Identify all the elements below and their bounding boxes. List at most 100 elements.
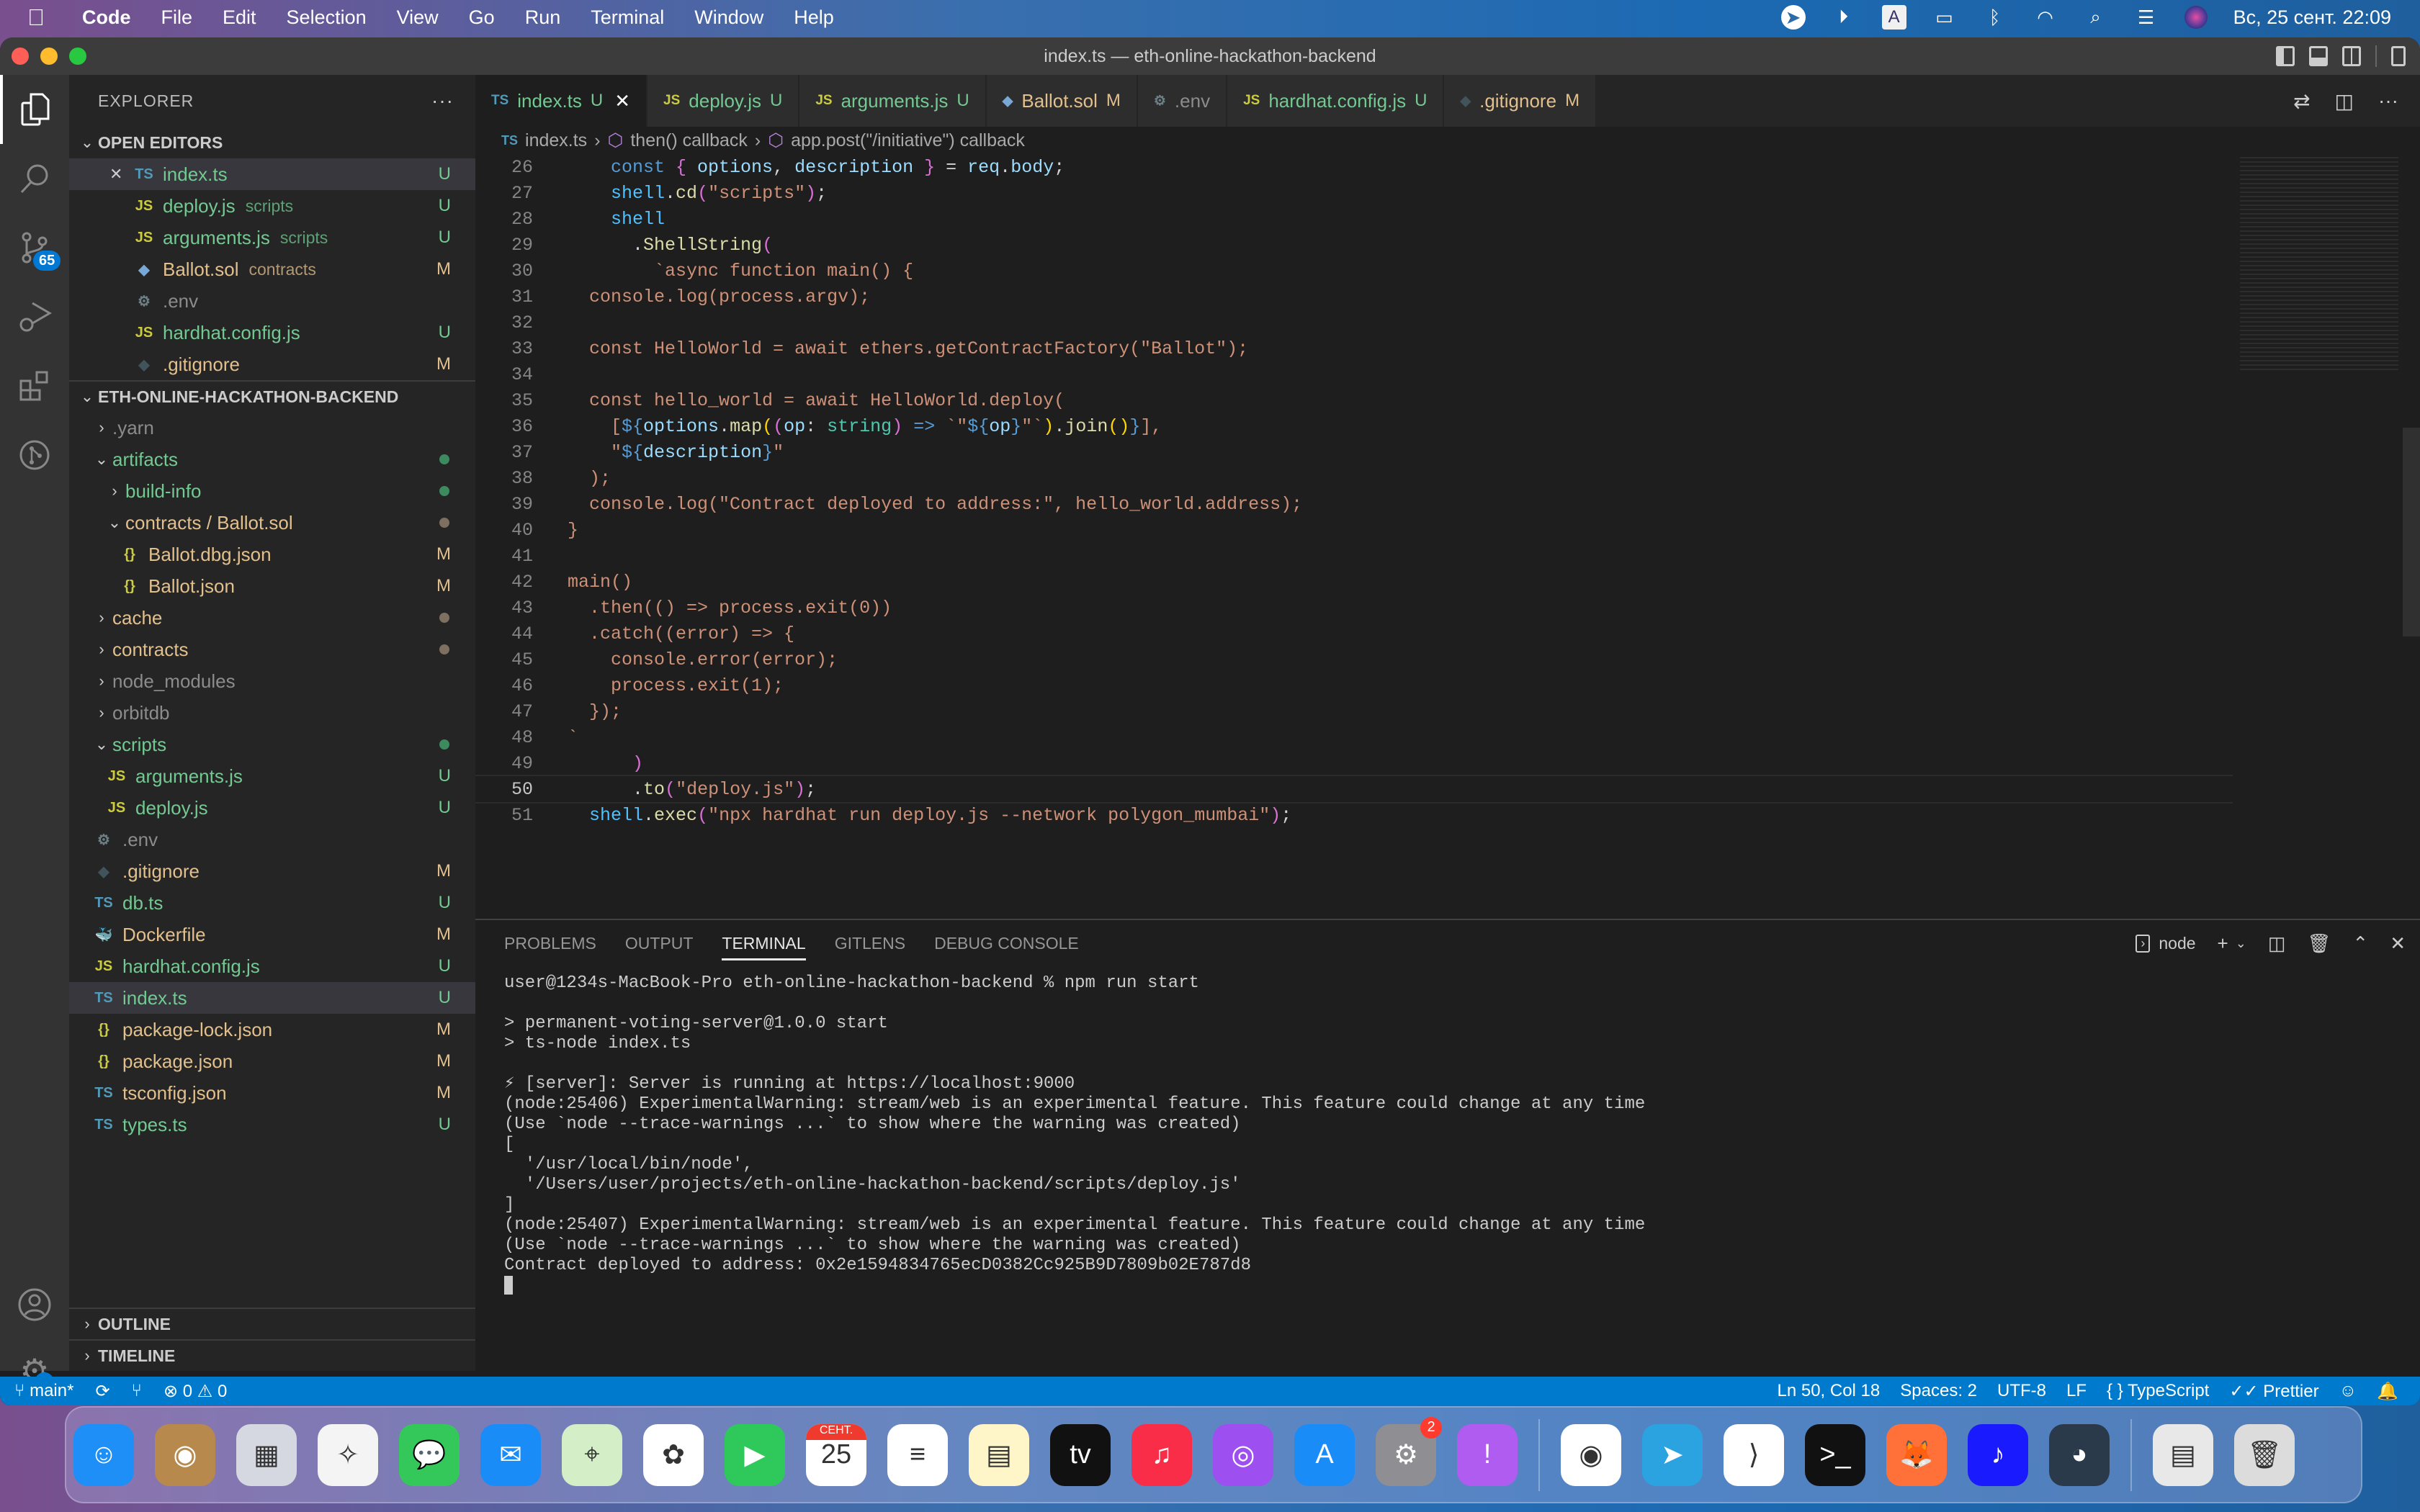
editor-tab[interactable]: JS hardhat.config.js U [1227,75,1445,127]
code-editor[interactable]: 26 const { options, description } = req.… [475,154,2233,917]
open-editor-item[interactable]: ◆ .gitignore M [69,348,475,380]
extensions-activity[interactable] [0,351,69,420]
dock-app-maps[interactable]: ⌖ [562,1423,622,1486]
cursor-position[interactable]: Ln 50, Col 18 [1777,1381,1880,1401]
media-play-icon[interactable]: ⏵ [1832,5,1856,30]
file-item[interactable]: TS index.ts U [69,982,475,1014]
dock-app-calendar[interactable]: 25 СЕНТ. [806,1423,866,1486]
outline-section-header[interactable]: › OUTLINE [69,1308,475,1339]
encoding[interactable]: UTF-8 [1997,1381,2046,1401]
breadcrumb-symbol-2[interactable]: app.post("/initiative") callback [791,130,1025,151]
minimize-window-button[interactable] [40,48,58,65]
editor-scrollbar[interactable] [2403,154,2420,917]
wifi-icon[interactable]: ◠ [2033,5,2058,30]
gitlens-activity[interactable] [0,420,69,490]
close-icon[interactable]: ✕ [109,165,131,184]
file-item[interactable]: JS hardhat.config.js U [69,950,475,982]
menubar-clock[interactable]: Вс, 25 сент. 22:09 [2233,6,2391,29]
menu-help[interactable]: Help [794,6,834,29]
panel-tab-gitlens[interactable]: GITLENS [835,920,905,966]
dock-app-music[interactable]: ♫ [1131,1423,1192,1486]
open-changes-icon[interactable]: ⇄ [2293,89,2310,113]
file-item[interactable]: 🐳 Dockerfile M [69,919,475,950]
panel-tab-problems[interactable]: PROBLEMS [504,920,596,966]
folder-item[interactable]: ⌄ contracts / Ballot.sol [69,507,475,539]
dock-app-telegram[interactable]: ➤ [1642,1423,1703,1486]
dock-app-finder[interactable]: ☺ [73,1423,134,1486]
accounts-activity[interactable] [0,1270,69,1339]
dock-app-system-preferences[interactable]: ⚙ 2 [1376,1416,1442,1486]
control-center-icon[interactable]: ☰ [2134,5,2159,30]
menu-file[interactable]: File [161,6,193,29]
toggle-panel-icon[interactable] [2309,46,2328,66]
kill-terminal-icon[interactable]: 🗑 [2307,932,2331,955]
battery-charging-icon[interactable]: ▭ [1932,5,1957,30]
notifications-bell-icon[interactable]: 🔔 [2377,1381,2398,1402]
menu-go[interactable]: Go [469,6,495,29]
dock-app-chrome[interactable]: ◉ [1561,1423,1621,1486]
dock-app-facetime[interactable]: ▶ [725,1423,785,1486]
file-item[interactable]: TS db.ts U [69,887,475,919]
dock-app-safari[interactable]: ✧ [318,1423,378,1486]
language-mode[interactable]: { } TypeScript [2107,1381,2209,1401]
file-item[interactable]: {} package.json M [69,1045,475,1077]
problems-indicator[interactable]: ⊗ 0 ⚠ 0 [163,1381,227,1402]
file-item[interactable]: TS tsconfig.json M [69,1077,475,1109]
close-tab-icon[interactable]: ✕ [614,90,630,112]
dock-app-trash[interactable]: 🗑 [2234,1423,2295,1486]
dock-app-apple-tv[interactable]: tv [1050,1423,1111,1486]
editor-tab[interactable]: ◆ .gitignore M [1444,75,1597,127]
dock-app-contacts[interactable]: ◉ [155,1423,215,1486]
apple-menu-icon[interactable]:  [27,4,56,31]
terminal-name[interactable]: node [2159,934,2195,953]
toggle-secondary-sidebar-icon[interactable] [2342,46,2361,66]
menu-app-name[interactable]: Code [82,6,131,29]
folder-item[interactable]: › build-info [69,475,475,507]
open-editor-item[interactable]: JS deploy.js scripts U [69,190,475,222]
branch-indicator[interactable]: ⑂ main* [14,1381,73,1401]
more-actions-icon[interactable]: ··· [2378,89,2398,112]
panel-tab-output[interactable]: OUTPUT [625,920,694,966]
timeline-section-header[interactable]: › TIMELINE [69,1339,475,1371]
open-editor-item[interactable]: ✕ TS index.ts U [69,158,475,190]
dock-app-notes[interactable]: ▤ [969,1423,1029,1486]
open-editors-section-header[interactable]: ⌄ OPEN EDITORS [69,127,475,158]
editor-tab[interactable]: JS arguments.js U [799,75,987,127]
open-editor-item[interactable]: JS arguments.js scripts U [69,222,475,253]
panel-tab-terminal[interactable]: TERMINAL [722,920,806,966]
project-section-header[interactable]: ⌄ ETH-ONLINE-HACKATHON-BACKEND [69,380,475,412]
editor-tab[interactable]: JS deploy.js U [647,75,800,127]
dock-app-feedback-assistant[interactable]: ! [1457,1423,1518,1486]
folder-item[interactable]: › cache [69,602,475,634]
explorer-activity[interactable] [0,75,69,144]
dock-app-vscode[interactable]: ⟩ [1724,1423,1784,1486]
dock-app-terminal[interactable]: >_ [1805,1423,1865,1486]
folder-item[interactable]: ⌄ artifacts [69,444,475,475]
file-item[interactable]: {} package-lock.json M [69,1014,475,1045]
spotlight-search-icon[interactable]: ⌕ [2084,5,2108,30]
folder-item[interactable]: › orbitdb [69,697,475,729]
menu-view[interactable]: View [397,6,439,29]
location-icon[interactable]: ➤ [1780,5,1806,30]
open-editor-item[interactable]: ◆ Ballot.sol contracts M [69,253,475,285]
file-item[interactable]: JS arguments.js U [69,760,475,792]
split-terminal-icon[interactable]: ◫ [2268,932,2286,955]
maximize-panel-icon[interactable]: ⌃ [2352,932,2368,955]
menu-run[interactable]: Run [525,6,561,29]
close-window-button[interactable] [12,48,29,65]
scrollbar-thumb[interactable] [2403,428,2420,636]
dock-app-firefox[interactable]: 🦊 [1886,1423,1947,1486]
sync-icon[interactable]: ⟳ [95,1381,109,1402]
prettier-status[interactable]: ✓✓ Prettier [2229,1381,2318,1402]
folder-item[interactable]: › contracts [69,634,475,665]
file-item[interactable]: JS deploy.js U [69,792,475,824]
menu-selection[interactable]: Selection [287,6,367,29]
panel-tab-debug-console[interactable]: DEBUG CONSOLE [934,920,1079,966]
dock-app-reminders[interactable]: ≡ [887,1423,948,1486]
dock-app-podcasts[interactable]: ◎ [1213,1423,1273,1486]
dock-app-audacity[interactable]: ♪ [1968,1423,2028,1486]
folder-item[interactable]: › .yarn [69,412,475,444]
run-debug-activity[interactable] [0,282,69,351]
dock-app-davinci-resolve[interactable]: ◕ [2049,1423,2110,1486]
menu-edit[interactable]: Edit [223,6,256,29]
